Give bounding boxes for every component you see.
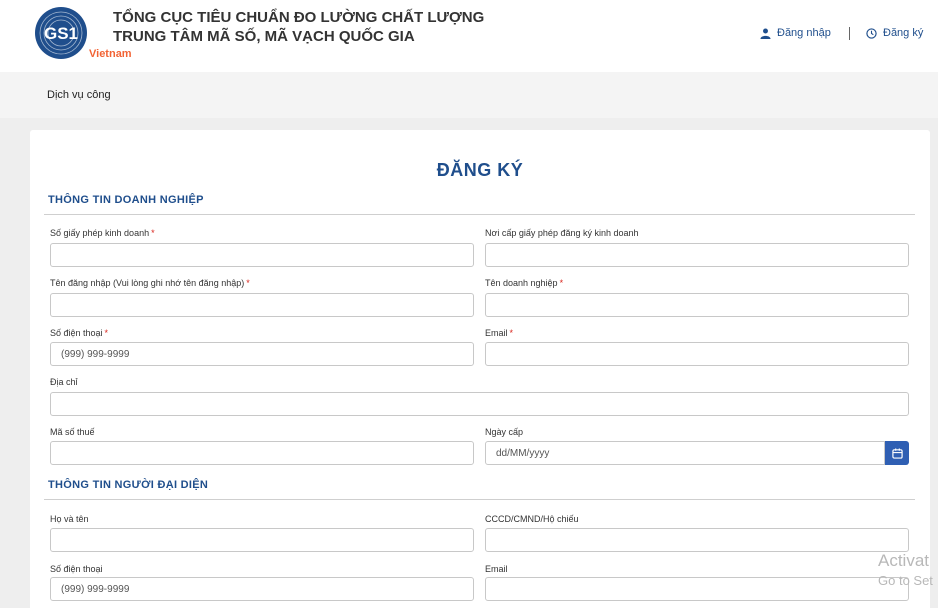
activation-watermark-title: Activat — [878, 551, 930, 570]
license-number-input[interactable] — [50, 243, 474, 267]
organization-title: TỔNG CỤC TIÊU CHUẨN ĐO LƯỜNG CHẤT LƯỢNG … — [113, 8, 484, 46]
date-picker-button[interactable] — [885, 441, 909, 465]
required-mark: * — [559, 278, 564, 288]
auth-separator — [849, 27, 850, 40]
nav-item-public-services[interactable]: Dịch vụ công — [47, 89, 111, 101]
tax-code-input[interactable] — [50, 441, 474, 465]
rep-phone-input[interactable] — [50, 577, 474, 601]
username-label: Tên đăng nhập (Vui lòng ghi nhớ tên đăng… — [50, 278, 250, 288]
required-mark: * — [151, 228, 155, 238]
clock-icon — [866, 27, 877, 39]
license-number-label: Số giấy phép kinh doanh * — [50, 228, 155, 238]
business-email-label: Email * — [485, 328, 514, 338]
address-label: Địa chỉ — [50, 377, 78, 387]
issue-date-input[interactable] — [485, 441, 885, 465]
id-number-input[interactable] — [485, 528, 909, 552]
business-phone-label: Số điện thoại * — [50, 328, 109, 338]
business-phone-input[interactable] — [50, 342, 474, 366]
site-header: GS1 Vietnam TỔNG CỤC TIÊU CHUẨN ĐO LƯỜNG… — [0, 0, 938, 72]
rep-email-label: Email — [485, 564, 508, 574]
user-icon — [760, 28, 771, 39]
section-title-business: THÔNG TIN DOANH NGHIỆP — [48, 194, 204, 206]
required-mark: * — [246, 278, 250, 288]
address-input[interactable] — [50, 392, 909, 416]
register-label: Đăng ký — [883, 27, 924, 39]
logo-country: Vietnam — [89, 48, 132, 60]
company-name-label: Tên doanh nghiệp * — [485, 278, 564, 288]
license-place-input[interactable] — [485, 243, 909, 267]
issue-date-label: Ngày cấp — [485, 427, 524, 437]
required-mark: * — [509, 328, 514, 338]
required-mark: * — [104, 328, 109, 338]
registration-card: ĐĂNG KÝ THÔNG TIN DOANH NGHIỆP Số giấy p… — [30, 130, 930, 608]
business-email-input[interactable] — [485, 342, 909, 366]
tax-code-label: Mã số thuế — [50, 427, 95, 437]
org-line-1: TỔNG CỤC TIÊU CHUẨN ĐO LƯỜNG CHẤT LƯỢNG — [113, 9, 485, 26]
company-name-input[interactable] — [485, 293, 909, 317]
main-navbar: Dịch vụ công — [0, 72, 938, 118]
full-name-input[interactable] — [50, 528, 474, 552]
gs1-logo-icon: GS1 — [35, 7, 87, 59]
section-divider — [44, 499, 915, 500]
login-link[interactable]: Đăng nhập — [760, 27, 831, 39]
rep-phone-label: Số điện thoại — [50, 564, 103, 574]
id-number-label: CCCD/CMND/Hộ chiếu — [485, 514, 579, 524]
register-link[interactable]: Đăng ký — [866, 27, 923, 39]
rep-email-input[interactable] — [485, 577, 909, 601]
login-label: Đăng nhập — [777, 27, 831, 39]
calendar-icon — [891, 447, 903, 459]
section-title-representative: THÔNG TIN NGƯỜI ĐẠI DIỆN — [48, 479, 209, 491]
page-title: ĐĂNG KÝ — [436, 160, 524, 180]
license-place-label: Nơi cấp giấy phép đăng ký kinh doanh — [485, 228, 639, 238]
activation-watermark-subtitle: Go to Set — [878, 573, 933, 588]
org-line-2: TRUNG TÂM MÃ SỐ, MÃ VẠCH QUỐC GIA — [113, 28, 415, 45]
logo-text: GS1 — [44, 24, 78, 43]
username-input[interactable] — [50, 293, 474, 317]
gs1-logo[interactable]: GS1 Vietnam — [34, 6, 132, 64]
full-name-label: Họ và tên — [50, 514, 89, 524]
section-divider — [44, 214, 915, 215]
